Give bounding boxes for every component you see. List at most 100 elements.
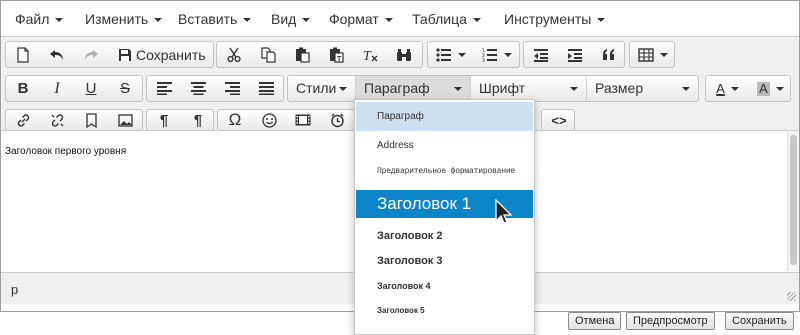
- font-size-select[interactable]: Размер: [587, 76, 698, 101]
- format-heading2-option[interactable]: Заголовок 2: [356, 224, 533, 248]
- menu-table[interactable]: Таблица: [412, 1, 481, 37]
- rtl-paragraph-button[interactable]: ¶: [181, 110, 215, 130]
- source-code-button[interactable]: <>: [542, 110, 576, 130]
- background-color-button[interactable]: A: [749, 76, 792, 101]
- save-button[interactable]: Сохранить: [110, 42, 214, 67]
- indent-button[interactable]: [558, 42, 592, 67]
- toolbar-group-clipboard: T T: [216, 41, 423, 68]
- table-button[interactable]: [630, 42, 676, 67]
- cut-button[interactable]: [217, 42, 251, 67]
- toolbar-group-special: Ω: [217, 109, 355, 131]
- special-char-button[interactable]: Ω: [218, 110, 252, 130]
- clear-formatting-button[interactable]: T: [353, 42, 387, 67]
- italic-button[interactable]: I: [40, 76, 74, 101]
- emoticons-button[interactable]: [252, 110, 286, 130]
- chevron-down-icon: [243, 18, 252, 23]
- blockquote-icon: [603, 48, 614, 60]
- format-preformatted-option[interactable]: Предварительное форматирование: [356, 159, 533, 185]
- align-left-icon: [156, 82, 172, 95]
- menu-format[interactable]: Формат: [329, 1, 393, 37]
- toolbar-group-document: Сохранить: [5, 41, 214, 68]
- ltr-paragraph-icon: ¶: [159, 111, 169, 129]
- bullet-list-button[interactable]: [428, 42, 474, 67]
- text-color-button[interactable]: A: [706, 76, 749, 101]
- bold-button[interactable]: B: [6, 76, 40, 101]
- underline-button[interactable]: U: [74, 76, 108, 101]
- svg-text:3: 3: [482, 58, 485, 62]
- format-heading4-option[interactable]: Заголовок 4: [356, 274, 533, 298]
- media-icon: [295, 114, 311, 126]
- chevron-down-icon: [302, 18, 311, 23]
- chevron-down-icon: [154, 18, 163, 23]
- undo-button[interactable]: [40, 42, 74, 67]
- chevron-down-icon: [597, 18, 606, 23]
- heading-text[interactable]: Заголовок первого уровня: [5, 146, 126, 157]
- unlink-button[interactable]: [40, 110, 74, 130]
- format-heading5-option[interactable]: Заголовок 5: [356, 299, 533, 323]
- chevron-down-icon: [660, 52, 668, 57]
- align-center-button[interactable]: [181, 76, 215, 101]
- omega-icon: Ω: [228, 110, 242, 129]
- ltr-paragraph-button[interactable]: ¶: [147, 110, 181, 130]
- align-right-button[interactable]: [215, 76, 249, 101]
- outdent-icon: [534, 48, 548, 62]
- chevron-down-icon: [55, 18, 64, 23]
- align-left-button[interactable]: [147, 76, 181, 101]
- chevron-down-icon: [775, 86, 784, 91]
- menu-insert[interactable]: Вставить: [178, 1, 252, 37]
- align-justify-button[interactable]: [249, 76, 283, 101]
- align-justify-icon: [258, 82, 274, 95]
- chevron-down-icon: [682, 87, 690, 91]
- toolbar-group-table: [629, 41, 675, 68]
- save-form-button[interactable]: Сохранить: [725, 312, 794, 330]
- menu-edit[interactable]: Изменить: [85, 1, 163, 37]
- paragraph-select[interactable]: Параграф: [356, 76, 470, 101]
- numbered-list-button[interactable]: 123: [474, 42, 520, 67]
- find-icon: [397, 48, 411, 61]
- format-paragraph-option[interactable]: Параграф: [356, 102, 533, 131]
- menu-tools[interactable]: Инструменты: [504, 1, 606, 37]
- format-heading3-option[interactable]: Заголовок 3: [356, 249, 533, 273]
- paste-text-button[interactable]: T: [319, 42, 353, 67]
- link-icon: [17, 113, 29, 127]
- preview-button[interactable]: Предпросмотр: [626, 312, 715, 330]
- element-path[interactable]: p: [11, 282, 18, 297]
- redo-button[interactable]: [74, 42, 108, 67]
- text-color-icon: A: [716, 81, 725, 96]
- menu-file[interactable]: Файл: [15, 1, 64, 37]
- table-icon: [638, 47, 654, 62]
- cancel-button[interactable]: Отмена: [568, 312, 622, 330]
- background-color-icon: A: [757, 80, 770, 96]
- resize-handle-icon[interactable]: [787, 292, 796, 301]
- scrollbar-thumb[interactable]: [790, 135, 797, 265]
- outdent-button[interactable]: [524, 42, 558, 67]
- chevron-down-icon: [339, 87, 347, 91]
- find-button[interactable]: [387, 42, 421, 67]
- paste-icon: [295, 47, 310, 63]
- indent-icon: [568, 48, 582, 62]
- image-button[interactable]: [108, 110, 142, 130]
- styles-select[interactable]: Стили: [288, 76, 355, 101]
- copy-button[interactable]: [251, 42, 285, 67]
- toolbar-group-lists: 123: [427, 41, 520, 68]
- toolbar-group-formats: Стили Параграф Шрифт Размер: [287, 75, 699, 102]
- vertical-scrollbar[interactable]: [787, 131, 799, 271]
- bookmark-button[interactable]: [74, 110, 108, 130]
- new-document-button[interactable]: [6, 42, 40, 67]
- paste-text-icon: T: [329, 47, 344, 63]
- undo-icon: [50, 49, 63, 60]
- code-icon: <>: [551, 112, 567, 128]
- media-button[interactable]: [286, 110, 320, 130]
- rtl-paragraph-icon: ¶: [193, 111, 203, 129]
- redo-icon: [85, 49, 98, 60]
- blockquote-button[interactable]: [592, 42, 626, 67]
- font-family-select[interactable]: Шрифт: [471, 76, 586, 101]
- menu-view[interactable]: Вид: [271, 1, 311, 37]
- clock-icon: [330, 113, 344, 127]
- paste-button[interactable]: [285, 42, 319, 67]
- insert-datetime-button[interactable]: [320, 110, 354, 130]
- toolbar-group-colors: A A: [705, 75, 791, 102]
- link-button[interactable]: [6, 110, 40, 130]
- format-address-option[interactable]: Address: [356, 133, 533, 159]
- strikethrough-button[interactable]: S: [108, 76, 142, 101]
